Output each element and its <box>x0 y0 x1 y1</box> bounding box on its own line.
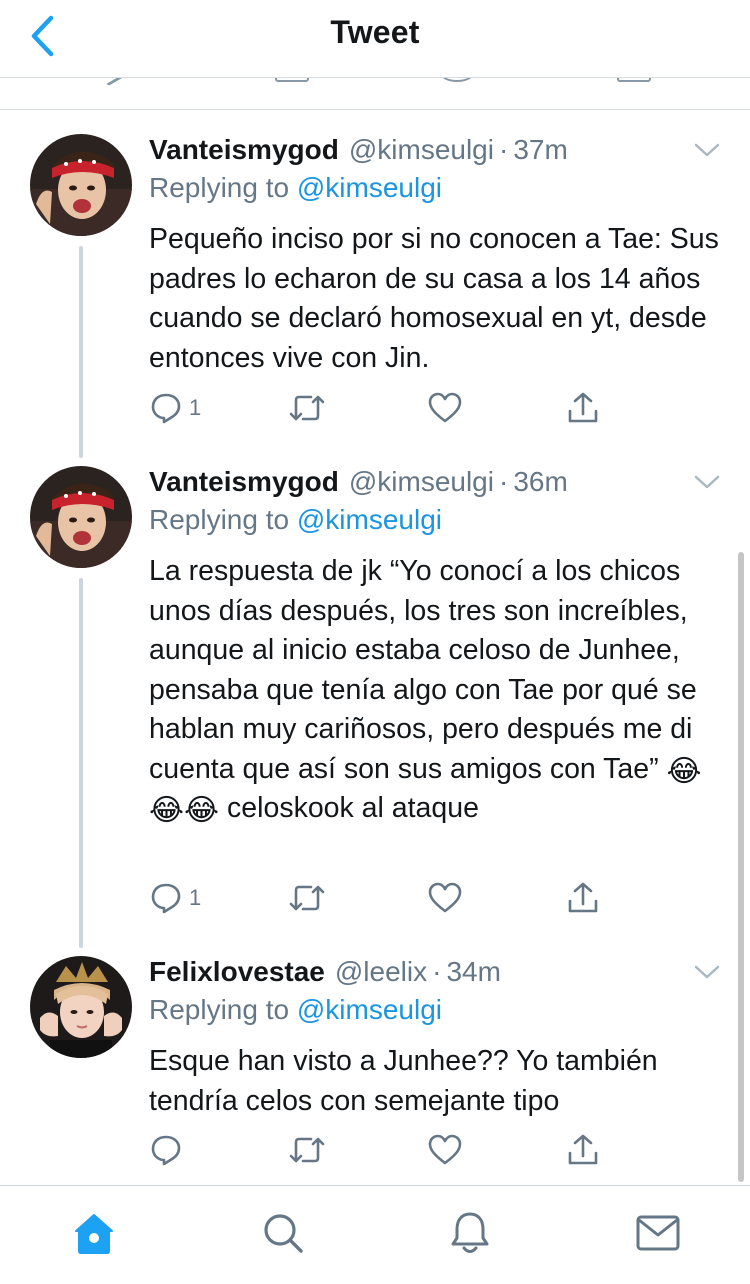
timestamp: 37m <box>513 134 568 165</box>
replying-to-handle[interactable]: @kimseulgi <box>297 172 442 203</box>
share-icon <box>568 1134 598 1165</box>
replying-to-label: Replying to <box>149 994 290 1025</box>
reply-icon <box>151 393 181 424</box>
tweet-header: Vanteismygod @kimseulgi · 36m <box>149 466 568 502</box>
tweet-text: Pequeño inciso por si no conocen a Tae: … <box>149 223 719 374</box>
replying-to-label: Replying to <box>149 504 290 535</box>
avatar[interactable] <box>30 466 132 568</box>
username-handle[interactable]: @kimseulgi <box>349 466 494 498</box>
page-title: Tweet <box>330 14 420 50</box>
bottom-tab-bar <box>0 1185 750 1284</box>
thread-connector <box>79 578 83 948</box>
reply-count: 1 <box>189 885 202 910</box>
top-bar: Tweet <box>0 0 750 78</box>
tweet-header: Felixlovestae @leelix · 34m <box>149 956 501 992</box>
replying-to-label: Replying to <box>149 172 290 203</box>
tab-notifications[interactable] <box>443 1208 497 1258</box>
timestamp: 36m <box>513 466 568 497</box>
replying-to: Replying to @kimseulgi <box>149 504 442 536</box>
tweet-actions: 1 <box>149 878 609 918</box>
share-icon <box>568 392 598 423</box>
share-button[interactable] <box>565 878 601 918</box>
tweet-actions <box>149 1130 609 1170</box>
retweet-button[interactable] <box>287 388 327 428</box>
tweet-text: La respuesta de jk “Yo conocí a los chic… <box>149 552 724 829</box>
share-button[interactable] <box>565 1130 601 1170</box>
display-name[interactable]: Vanteismygod <box>149 466 339 498</box>
replying-to: Replying to @kimseulgi <box>149 994 442 1026</box>
chevron-down-icon[interactable] <box>692 470 722 494</box>
retweet-button[interactable] <box>287 1130 327 1170</box>
display-name[interactable]: Felixlovestae <box>149 956 325 988</box>
retweet-icon <box>289 395 325 421</box>
separator: · <box>432 956 442 987</box>
scrollbar[interactable] <box>738 552 744 1182</box>
tweet-actions: 1 <box>149 388 609 428</box>
tweet-text: Esque han visto a Junhee?? Yo también te… <box>149 1045 658 1117</box>
thread-connector <box>79 246 83 458</box>
home-icon <box>75 1214 113 1254</box>
tweet-header: Vanteismygod @kimseulgi · 37m <box>149 134 568 170</box>
replying-to-handle[interactable]: @kimseulgi <box>297 994 442 1025</box>
mail-icon <box>636 1215 680 1251</box>
chevron-down-icon[interactable] <box>692 960 722 984</box>
tab-home[interactable] <box>67 1208 121 1258</box>
tab-search[interactable] <box>256 1208 310 1258</box>
share-button[interactable] <box>565 388 601 428</box>
timestamp: 34m <box>446 956 501 987</box>
share-icon <box>568 882 598 913</box>
replying-to: Replying to @kimseulgi <box>149 172 442 204</box>
separator: · <box>498 134 509 165</box>
parent-tweet-actions-partial <box>0 78 750 110</box>
tab-messages[interactable] <box>631 1208 685 1258</box>
retweet-icon <box>289 1137 325 1163</box>
reply-count: 1 <box>189 395 202 420</box>
reply-icon <box>151 1135 181 1166</box>
display-name[interactable]: Vanteismygod <box>149 134 339 166</box>
heart-icon <box>428 1134 462 1165</box>
heart-icon <box>428 392 462 423</box>
avatar[interactable] <box>30 956 132 1058</box>
username-handle[interactable]: @leelix <box>335 956 427 988</box>
like-button[interactable] <box>427 878 463 918</box>
reply-button[interactable]: 1 <box>149 388 201 428</box>
bell-icon <box>451 1212 489 1253</box>
like-button[interactable] <box>427 388 463 428</box>
reply-icon <box>151 883 181 914</box>
like-button[interactable] <box>427 1130 463 1170</box>
retweet-icon <box>289 885 325 911</box>
username-handle[interactable]: @kimseulgi <box>349 134 494 166</box>
search-icon <box>264 1214 303 1253</box>
heart-icon <box>428 882 462 913</box>
tweet-text-tail: celoskook al ataque <box>227 792 479 824</box>
retweet-button[interactable] <box>287 878 327 918</box>
reply-button[interactable] <box>149 1130 189 1170</box>
separator: · <box>498 466 509 497</box>
reply-button[interactable]: 1 <box>149 878 201 918</box>
tweet-text-main: La respuesta de jk “Yo conocí a los chic… <box>149 555 697 785</box>
avatar[interactable] <box>30 134 132 236</box>
chevron-down-icon[interactable] <box>692 138 722 162</box>
replying-to-handle[interactable]: @kimseulgi <box>297 504 442 535</box>
